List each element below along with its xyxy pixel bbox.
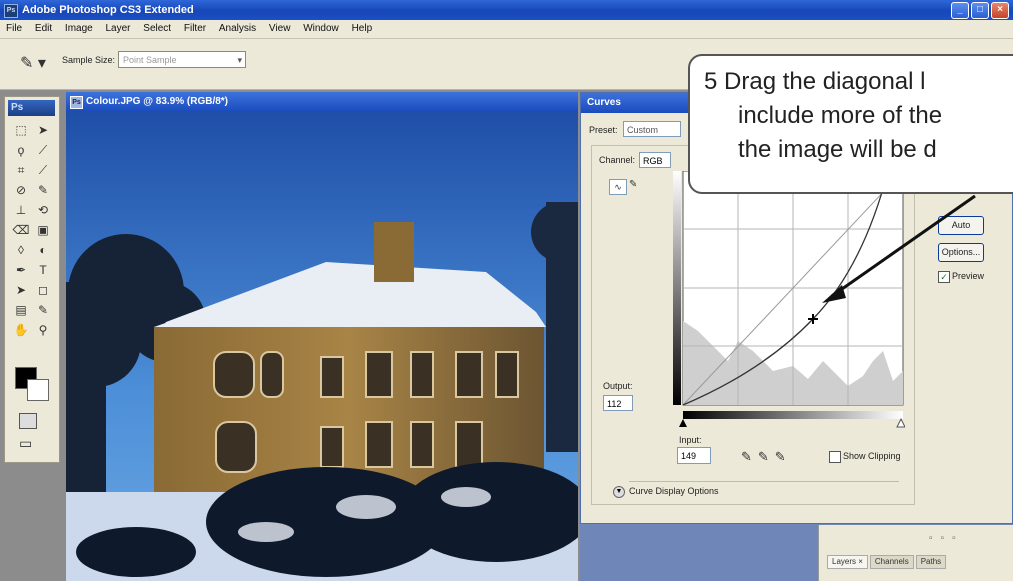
screen-mode-icon[interactable]: ▭ bbox=[19, 435, 32, 452]
document-icon: Ps bbox=[70, 96, 83, 109]
menu-layer[interactable]: Layer bbox=[106, 23, 131, 34]
eyedropper-tool-icon[interactable]: ✎ ▾ bbox=[20, 53, 46, 73]
shape-tool-icon[interactable]: ◻ bbox=[32, 281, 54, 299]
app-icon: Ps bbox=[4, 4, 18, 18]
output-gradient-bar bbox=[673, 171, 681, 405]
layers-panel: ▫▫▫ Layers × Channels Paths bbox=[818, 525, 1013, 581]
menu-select[interactable]: Select bbox=[143, 23, 171, 34]
document-title: Colour.JPG @ 83.9% (RGB/8*) bbox=[86, 96, 229, 107]
tool-grid: ⬚ ➤ ϙ ⟋ ⌗ ⟋ ⊘ ✎ ⊥ ⟲ ⌫ ▣ ◊ ◐ ✒ T ➤ ◻ ▤ ✎ … bbox=[10, 121, 56, 339]
input-gradient-bar bbox=[683, 411, 903, 419]
slice-tool-icon[interactable]: ⟋ bbox=[32, 161, 54, 179]
input-label: Input: bbox=[679, 435, 702, 445]
callout-line-1: 5 Drag the diagonal l bbox=[704, 68, 926, 95]
marquee-tool-icon[interactable]: ⬚ bbox=[10, 121, 32, 139]
healing-brush-tool-icon[interactable]: ⊘ bbox=[10, 181, 32, 199]
menu-edit[interactable]: Edit bbox=[35, 23, 52, 34]
panel-tabs: Layers × Channels Paths bbox=[827, 555, 947, 569]
menu-analysis[interactable]: Analysis bbox=[219, 23, 256, 34]
move-tool-icon[interactable]: ➤ bbox=[32, 121, 54, 139]
preset-label: Preset: bbox=[589, 125, 618, 135]
instruction-callout: 5 Drag the diagonal l include more of th… bbox=[688, 54, 1013, 194]
sample-size-select[interactable]: Point Sample ▾ bbox=[118, 51, 246, 68]
pencil-icon[interactable]: ✎ bbox=[629, 179, 637, 190]
chevron-down-icon: ▾ bbox=[237, 55, 242, 65]
curve-display-options-label[interactable]: Curve Display Options bbox=[629, 486, 719, 496]
gradient-tool-icon[interactable]: ▣ bbox=[32, 221, 54, 239]
type-tool-icon[interactable]: T bbox=[32, 261, 54, 279]
curve-edit-icon[interactable]: ∿ bbox=[609, 179, 627, 195]
channel-select[interactable]: RGB bbox=[639, 152, 671, 168]
black-point-slider bbox=[679, 419, 687, 427]
close-button[interactable]: × bbox=[991, 2, 1009, 19]
auto-button[interactable]: Auto bbox=[938, 216, 984, 235]
menu-view[interactable]: View bbox=[269, 23, 291, 34]
eyedropper-tool-icon[interactable]: ✎ bbox=[32, 301, 54, 319]
title-bar: Ps Adobe Photoshop CS3 Extended _ □ × bbox=[0, 0, 1013, 20]
clone-stamp-tool-icon[interactable]: ⊥ bbox=[10, 201, 32, 219]
document-title-bar: Ps Colour.JPG @ 83.9% (RGB/8*) bbox=[66, 92, 578, 112]
document-window: Ps Colour.JPG @ 83.9% (RGB/8*) bbox=[66, 92, 578, 581]
menu-filter[interactable]: Filter bbox=[184, 23, 206, 34]
notes-tool-icon[interactable]: ▤ bbox=[10, 301, 32, 319]
photoshop-window: Ps Adobe Photoshop CS3 Extended _ □ × Fi… bbox=[0, 0, 1013, 581]
sample-size-value: Point Sample bbox=[123, 55, 177, 65]
canvas-photo[interactable] bbox=[66, 112, 578, 581]
lasso-tool-icon[interactable]: ϙ bbox=[10, 141, 32, 159]
menu-bar: File Edit Image Layer Select Filter Anal… bbox=[0, 20, 1013, 39]
menu-window[interactable]: Window bbox=[303, 23, 339, 34]
tab-paths[interactable]: Paths bbox=[915, 555, 947, 569]
app-title: Adobe Photoshop CS3 Extended bbox=[22, 4, 194, 16]
sample-size-label: Sample Size: bbox=[62, 55, 116, 65]
menu-file[interactable]: File bbox=[6, 23, 22, 34]
quick-mask-icon[interactable] bbox=[19, 413, 37, 429]
eyedropper-icons[interactable]: ✎✎✎ bbox=[741, 449, 792, 465]
channel-label: Channel: bbox=[599, 155, 636, 165]
crop-tool-icon[interactable]: ⌗ bbox=[10, 161, 32, 179]
menu-image[interactable]: Image bbox=[65, 23, 93, 34]
white-point-slider bbox=[896, 417, 905, 428]
options-button[interactable]: Options... bbox=[938, 243, 984, 262]
curves-graph[interactable] bbox=[673, 171, 905, 433]
tab-channels[interactable]: Channels bbox=[869, 555, 914, 569]
expand-options-icon[interactable]: ▼ bbox=[613, 486, 625, 498]
history-brush-tool-icon[interactable]: ⟲ bbox=[32, 201, 54, 219]
magic-wand-tool-icon[interactable]: ⟋ bbox=[32, 141, 54, 159]
maximize-button[interactable]: □ bbox=[971, 2, 989, 19]
minimize-button[interactable]: _ bbox=[951, 2, 969, 19]
callout-line-2: include more of the bbox=[738, 102, 943, 129]
path-selection-tool-icon[interactable]: ➤ bbox=[10, 281, 32, 299]
output-label: Output: bbox=[603, 381, 633, 391]
hand-tool-icon[interactable]: ✋ bbox=[10, 321, 32, 339]
divider bbox=[629, 481, 899, 482]
window-controls: _ □ × bbox=[951, 2, 1009, 19]
menu-help[interactable]: Help bbox=[352, 23, 373, 34]
dodge-tool-icon[interactable]: ◐ bbox=[32, 241, 54, 259]
input-field[interactable]: 149 bbox=[677, 447, 711, 464]
chimney bbox=[374, 222, 414, 282]
panel-icons[interactable]: ▫▫▫ bbox=[929, 533, 964, 544]
brush-tool-icon[interactable]: ✎ bbox=[32, 181, 54, 199]
show-clipping-label: Show Clipping bbox=[843, 451, 901, 461]
eraser-tool-icon[interactable]: ⌫ bbox=[10, 221, 32, 239]
toolbox: Ps ⬚ ➤ ϙ ⟋ ⌗ ⟋ ⊘ ✎ ⊥ ⟲ ⌫ ▣ ◊ ◐ ✒ T ➤ ◻ ▤… bbox=[4, 96, 60, 463]
zoom-tool-icon[interactable]: ⚲ bbox=[32, 321, 54, 339]
background-color-swatch[interactable] bbox=[27, 379, 49, 401]
preview-label: Preview bbox=[952, 271, 985, 281]
pen-tool-icon[interactable]: ✒ bbox=[10, 261, 32, 279]
tab-layers[interactable]: Layers × bbox=[827, 555, 868, 569]
blur-tool-icon[interactable]: ◊ bbox=[10, 241, 32, 259]
preset-select[interactable]: Custom bbox=[623, 121, 681, 137]
callout-line-3: the image will be d bbox=[738, 136, 937, 163]
output-field[interactable]: 112 bbox=[603, 395, 633, 411]
show-clipping-checkbox[interactable] bbox=[829, 451, 841, 463]
ps-logo: Ps bbox=[8, 100, 55, 116]
preview-checkbox[interactable]: ✓ bbox=[938, 271, 950, 283]
